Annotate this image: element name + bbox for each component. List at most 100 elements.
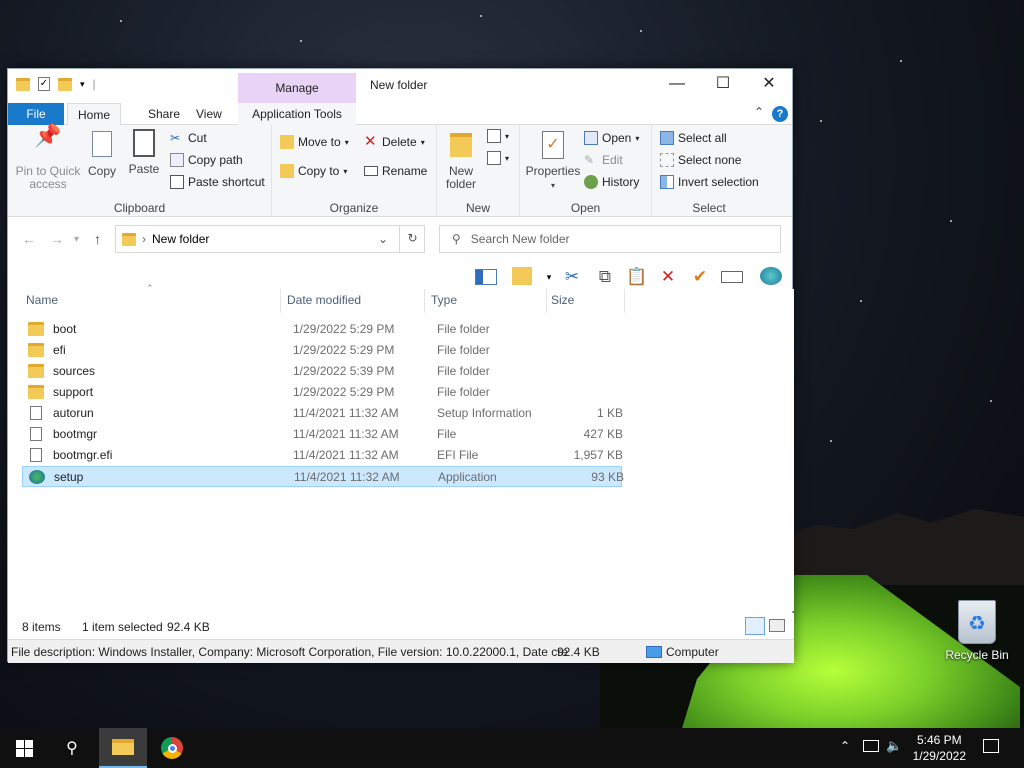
search-input[interactable]: ⚲ Search New folder xyxy=(439,225,781,253)
table-row[interactable]: efi 1/29/2022 5:29 PM File folder xyxy=(22,340,622,361)
file-list: ⌃ Name Date modified Type Size boot 1/29/… xyxy=(8,283,794,611)
minimize-button[interactable]: — xyxy=(654,69,700,99)
rename-icon[interactable] xyxy=(721,271,743,283)
move-to-button[interactable]: Move to ▾ xyxy=(280,135,349,149)
clock[interactable]: 5:46 PM 1/29/2022 xyxy=(913,732,966,764)
help-icon[interactable]: ? xyxy=(772,106,788,122)
notification-icon[interactable] xyxy=(983,739,999,753)
column-date[interactable]: Date modified xyxy=(287,293,361,307)
volume-muted-icon[interactable]: 🔈 xyxy=(886,738,902,754)
move-to-label: Move to xyxy=(298,135,341,149)
search-button[interactable]: ⚲ xyxy=(48,728,96,768)
new-item-button[interactable]: ▾ xyxy=(487,129,509,143)
easy-access-button[interactable]: ▾ xyxy=(487,151,509,165)
copy-button[interactable]: Copy xyxy=(86,129,118,178)
chevron-up-icon[interactable]: ⌃ xyxy=(840,739,850,753)
new-folder-button[interactable]: New folder xyxy=(441,129,481,191)
edit-button[interactable]: ✎ Edit xyxy=(584,153,623,167)
table-row[interactable]: boot 1/29/2022 5:29 PM File folder xyxy=(22,319,622,340)
file-date: 1/29/2022 5:29 PM xyxy=(293,322,395,336)
chevron-up-icon[interactable]: ⌃ xyxy=(754,105,764,119)
invert-selection-icon xyxy=(660,175,674,189)
up-arrow-icon[interactable]: ↑ xyxy=(94,231,101,247)
chrome-taskbar-button[interactable] xyxy=(148,728,196,768)
selection-size: 92.4 KB xyxy=(167,620,210,634)
file-type: Setup Information xyxy=(437,406,532,420)
history-button[interactable]: History xyxy=(584,175,639,189)
recycle-bin-icon xyxy=(958,600,996,644)
file-name: support xyxy=(53,385,94,399)
properties-button[interactable]: ✓ Properties ▾ xyxy=(524,129,582,192)
pin-to-quick-access-button[interactable]: 📌 Pin to Quick access xyxy=(12,125,84,191)
rename-button[interactable]: Rename xyxy=(364,164,427,178)
column-name[interactable]: Name xyxy=(26,293,58,307)
maximize-button[interactable]: ☐ xyxy=(700,69,746,99)
cut-button[interactable]: ✂ Cut xyxy=(170,131,207,145)
breadcrumb-current[interactable]: New folder xyxy=(152,232,209,246)
forward-arrow-icon[interactable]: → xyxy=(50,231,64,247)
folder-options-icon[interactable] xyxy=(512,267,532,285)
paste-shortcut-button[interactable]: Paste shortcut xyxy=(170,175,265,189)
details-view-icon[interactable] xyxy=(745,617,765,635)
address-bar[interactable]: › New folder ⌄ xyxy=(115,225,425,253)
network-icon[interactable] xyxy=(760,267,782,285)
scissors-icon[interactable]: ✂ xyxy=(561,267,583,287)
new-folder-qat-icon[interactable] xyxy=(58,77,72,91)
chrome-icon xyxy=(161,737,183,759)
rename-icon xyxy=(364,166,378,176)
address-dropdown-icon[interactable]: ⌄ xyxy=(378,232,388,246)
tab-share[interactable]: Share xyxy=(138,103,190,125)
history-label: History xyxy=(602,175,640,189)
file-name: setup xyxy=(54,470,84,484)
table-row[interactable]: support 1/29/2022 5:29 PM File folder xyxy=(22,382,622,403)
paste-button[interactable]: Paste xyxy=(126,129,162,176)
open-button[interactable]: Open ▾ xyxy=(584,131,639,145)
folder-icon xyxy=(28,322,44,336)
file-explorer-taskbar-button[interactable] xyxy=(99,728,147,768)
copy-icon[interactable]: ⧉ xyxy=(594,267,616,287)
large-icons-view-icon[interactable] xyxy=(769,619,785,632)
refresh-button[interactable]: ↻ xyxy=(399,225,425,253)
chevron-down-icon[interactable]: ▾ xyxy=(538,267,560,287)
column-type[interactable]: Type xyxy=(431,293,457,307)
network-icon[interactable] xyxy=(863,740,879,752)
recent-dropdown-icon[interactable]: ▾ xyxy=(74,234,79,245)
table-row[interactable]: autorun 11/4/2021 11:32 AM Setup Informati… xyxy=(22,403,623,424)
checkmark-icon[interactable]: ✔ xyxy=(689,267,711,287)
tab-home[interactable]: Home xyxy=(67,103,122,126)
delete-icon[interactable]: ✕ xyxy=(657,267,679,287)
tab-view[interactable]: View xyxy=(186,103,232,125)
select-all-button[interactable]: Select all xyxy=(660,131,727,145)
breadcrumb-separator-icon[interactable]: › xyxy=(142,232,146,246)
close-button[interactable]: ✕ xyxy=(746,69,792,99)
details-info-bar: File description: Windows Installer, Com… xyxy=(8,639,794,663)
column-header: ⌃ Name Date modified Type Size xyxy=(8,283,794,313)
properties-qat-icon[interactable]: ✓ xyxy=(38,77,50,91)
table-row[interactable]: setup 11/4/2021 11:32 AM Application 93 KB xyxy=(22,466,624,487)
select-none-button[interactable]: Select none xyxy=(660,153,741,167)
delete-button[interactable]: ✕ Delete ▾ xyxy=(364,134,425,149)
ribbon: 📌 Pin to Quick access Copy Paste ✂ Cut C… xyxy=(8,125,792,217)
back-arrow-icon[interactable]: ← xyxy=(22,231,36,247)
recycle-bin[interactable]: Recycle Bin xyxy=(940,600,1014,662)
qat-dropdown-icon[interactable]: ▾ xyxy=(80,79,85,90)
table-row[interactable]: sources 1/29/2022 5:39 PM File folder xyxy=(22,361,622,382)
paste-icon[interactable]: 📋 xyxy=(626,267,648,287)
new-group: New folder ▾ ▾ New xyxy=(437,125,520,217)
tab-application-tools[interactable]: Application Tools xyxy=(238,103,356,125)
column-size[interactable]: Size xyxy=(551,293,574,307)
copy-path-icon xyxy=(170,153,184,167)
title-bar[interactable]: ✓ ▾ | Manage New folder — ☐ ✕ xyxy=(8,69,792,103)
copy-to-button[interactable]: Copy to ▾ xyxy=(280,164,347,178)
invert-selection-button[interactable]: Invert selection xyxy=(660,175,759,189)
copy-path-button[interactable]: Copy path xyxy=(170,153,243,167)
folder-icon xyxy=(122,232,136,246)
tab-file[interactable]: File xyxy=(8,103,64,125)
table-row[interactable]: bootmgr.efi 11/4/2021 11:32 AM EFI File 1,9… xyxy=(22,445,623,466)
table-row[interactable]: bootmgr 11/4/2021 11:32 AM File 427 KB xyxy=(22,424,623,445)
file-date: 1/29/2022 5:39 PM xyxy=(293,364,395,378)
history-icon xyxy=(584,175,598,189)
file-description: File description: Windows Installer, Com… xyxy=(11,645,568,659)
start-button[interactable] xyxy=(0,728,48,768)
preview-pane-icon[interactable] xyxy=(475,269,497,285)
